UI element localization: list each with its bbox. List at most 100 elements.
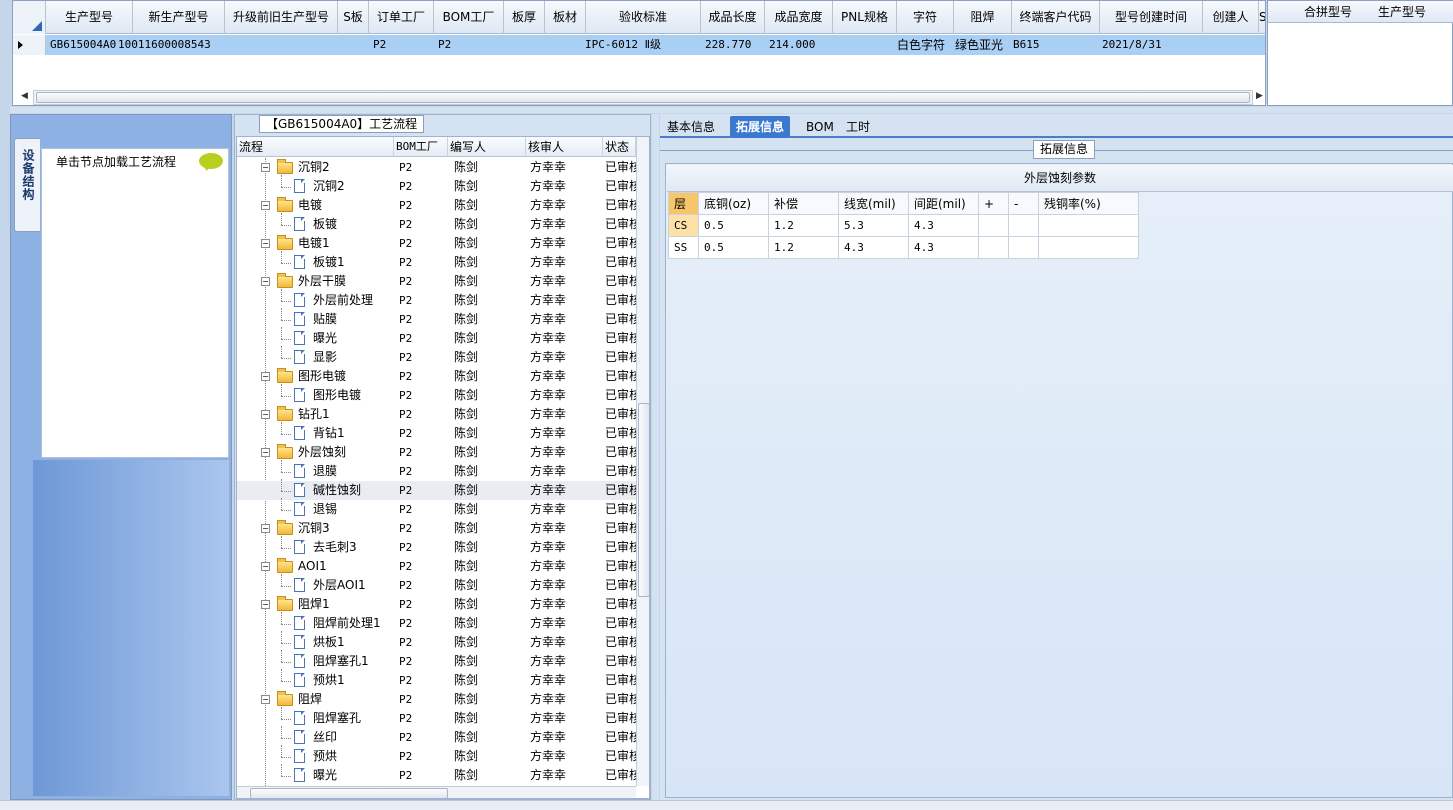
table-cell[interactable]: SS — [668, 236, 699, 259]
table-cell[interactable] — [1008, 236, 1039, 259]
tree-node[interactable]: 阻焊塞孔1 P2 陈剑 方幸幸 已审核 — [237, 650, 637, 671]
tab-extended-info[interactable]: 拓展信息 — [730, 116, 791, 138]
horizontal-scrollbar[interactable] — [33, 90, 1253, 105]
table-cell[interactable]: 214.000 — [765, 35, 815, 55]
tree-node[interactable]: − 图形电镀 P2 陈剑 方幸幸 已审核 — [237, 367, 637, 386]
tree-node[interactable]: 预烘1 P2 陈剑 方幸幸 已审核 — [237, 669, 637, 690]
tree-node[interactable]: 背钻1 P2 陈剑 方幸幸 已审核 — [237, 422, 637, 443]
table-cell[interactable]: 1.2 — [768, 236, 839, 259]
collapse-icon[interactable]: − — [261, 239, 270, 248]
column-header[interactable]: 合拼型号 — [1288, 1, 1368, 23]
column-header[interactable]: 验收标准 — [586, 1, 701, 34]
table-row[interactable]: GB615004A0 10011600008543 P2 P2 IPC-6012 Ⅱ级 2… — [13, 35, 1265, 55]
tree-node[interactable]: 图形电镀 P2 陈剑 方幸幸 已审核 — [237, 384, 637, 405]
tree-node[interactable]: 曝光 P2 陈剑 方幸幸 已审核 — [237, 327, 637, 348]
collapse-icon[interactable]: − — [261, 448, 270, 457]
table-row[interactable]: CS 0.5 1.2 5.3 4.3 — [668, 214, 1139, 237]
column-header[interactable]: 编写人 — [448, 137, 526, 157]
combined-model-grid[interactable]: 合拼型号 生产型号 — [1267, 0, 1453, 106]
column-header[interactable]: SO — [1259, 1, 1265, 34]
tree-node[interactable]: 外层前处理 P2 陈剑 方幸幸 已审核 — [237, 289, 637, 310]
tree-node[interactable]: − 阻焊1 P2 陈剑 方幸幸 已审核 — [237, 595, 637, 614]
table-cell[interactable] — [978, 236, 1009, 259]
column-header[interactable]: 生产型号 — [1362, 1, 1442, 23]
table-cell[interactable]: P2 — [434, 35, 451, 55]
table-cell[interactable] — [225, 35, 229, 55]
table-cell[interactable]: 0.5 — [698, 236, 769, 259]
column-header[interactable]: 订单工厂 — [369, 1, 434, 34]
column-header[interactable]: 状态 — [603, 137, 636, 157]
etching-params-table[interactable]: 层底铜(oz) 补偿 线宽(mil) 间距(mil) + - 残铜率(%) CS 0.5 1.2… — [668, 192, 1139, 259]
table-cell[interactable] — [504, 35, 508, 55]
tree-node[interactable]: 板镀1 P2 陈剑 方幸幸 已审核 — [237, 251, 637, 272]
tree-node[interactable]: 沉铜2 P2 陈剑 方幸幸 已审核 — [237, 175, 637, 196]
table-cell[interactable]: 4.3 — [908, 236, 979, 259]
table-cell[interactable]: B615 — [1009, 35, 1040, 55]
collapse-icon[interactable]: − — [261, 372, 270, 381]
tree-node[interactable]: 阻焊前处理1 P2 陈剑 方幸幸 已审核 — [237, 612, 637, 633]
table-cell[interactable] — [1008, 214, 1039, 237]
tab-bom[interactable]: BOM — [800, 116, 840, 138]
column-header[interactable]: 板厚 — [504, 1, 545, 34]
tree-node[interactable]: 板镀 P2 陈剑 方幸幸 已审核 — [237, 213, 637, 234]
collapse-icon[interactable]: − — [261, 201, 270, 210]
table-cell[interactable] — [1038, 214, 1139, 237]
collapse-icon[interactable]: − — [261, 600, 270, 609]
vertical-scrollbar[interactable] — [636, 137, 649, 786]
scrollbar-thumb[interactable] — [638, 403, 649, 597]
tree-node[interactable]: − 沉铜3 P2 陈剑 方幸幸 已审核 — [237, 519, 637, 538]
column-header[interactable]: 阻焊 — [954, 1, 1012, 34]
tree-node[interactable]: 预烘 P2 陈剑 方幸幸 已审核 — [237, 745, 637, 766]
tree-node[interactable]: 丝印 P2 陈剑 方幸幸 已审核 — [237, 726, 637, 747]
table-cell[interactable]: 0.5 — [698, 214, 769, 237]
table-cell[interactable]: 10011600008543 — [114, 35, 211, 55]
column-header[interactable]: S板 — [338, 1, 369, 34]
table-cell[interactable] — [338, 35, 342, 55]
table-cell[interactable]: 5.3 — [838, 214, 909, 237]
column-header[interactable]: 板材 — [545, 1, 586, 34]
table-cell[interactable]: 白色字符 — [893, 35, 945, 55]
tree-node[interactable]: − 外层干膜 P2 陈剑 方幸幸 已审核 — [237, 272, 637, 291]
scroll-right-icon[interactable]: ▶ — [1256, 91, 1263, 101]
table-cell[interactable]: 4.3 — [838, 236, 909, 259]
tree-node[interactable]: 退锡 P2 陈剑 方幸幸 已审核 — [237, 498, 637, 519]
column-header[interactable]: PNL规格 — [833, 1, 897, 34]
column-header[interactable]: 核审人 — [526, 137, 603, 157]
table-cell[interactable] — [545, 35, 549, 55]
table-cell[interactable]: 绿色亚光 — [951, 35, 1003, 55]
equipment-tree[interactable]: 单击节点加载工艺流程 — [41, 148, 229, 458]
collapse-icon[interactable]: − — [261, 277, 270, 286]
table-cell[interactable] — [978, 214, 1009, 237]
column-header[interactable]: 成品长度 — [701, 1, 765, 34]
column-header[interactable]: 字符 — [897, 1, 954, 34]
table-cell[interactable]: 228.770 — [701, 35, 751, 55]
column-header[interactable]: 终端客户代码 — [1012, 1, 1100, 34]
table-cell[interactable]: GB615004A0 — [46, 35, 116, 55]
column-header[interactable]: 成品宽度 — [765, 1, 833, 34]
collapse-icon[interactable]: − — [261, 163, 270, 172]
table-cell[interactable]: 1.2 — [768, 214, 839, 237]
tree-node[interactable]: − 阻焊 P2 陈剑 方幸幸 已审核 — [237, 690, 637, 709]
tree-node[interactable]: − 电镀 P2 陈剑 方幸幸 已审核 — [237, 196, 637, 215]
tab-work-hours[interactable]: 工时 — [840, 116, 876, 138]
column-header[interactable]: 流程 — [237, 137, 394, 157]
table-cell[interactable]: 2021/8/31 — [1098, 35, 1162, 55]
vertical-splitter[interactable] — [652, 114, 659, 800]
table-cell[interactable]: 4.3 — [908, 214, 979, 237]
process-flow-tree[interactable]: 流程BOM工厂编写人核审人状态 −沉铜2P2陈剑方幸幸已审核沉铜2P2陈剑方幸幸… — [236, 136, 650, 799]
tree-node[interactable]: − 沉铜2 P2 陈剑 方幸幸 已审核 — [237, 158, 637, 177]
tree-node[interactable]: 去毛刺3 P2 陈剑 方幸幸 已审核 — [237, 536, 637, 557]
tab-equipment-structure[interactable]: 设备结构 — [14, 138, 40, 232]
table-cell[interactable] — [1259, 35, 1263, 55]
horizontal-scrollbar[interactable] — [237, 786, 636, 798]
column-header[interactable]: 型号创建时间 — [1100, 1, 1203, 34]
tree-node[interactable]: 烘板1 P2 陈剑 方幸幸 已审核 — [237, 631, 637, 652]
column-header[interactable]: BOM工厂 — [434, 1, 504, 34]
tree-node[interactable]: 阻焊塞孔 P2 陈剑 方幸幸 已审核 — [237, 707, 637, 728]
collapse-icon[interactable]: − — [261, 562, 270, 571]
table-row[interactable]: SS 0.5 1.2 4.3 4.3 — [668, 236, 1139, 259]
scroll-left-icon[interactable]: ◀ — [21, 91, 28, 101]
column-header[interactable]: 生产型号 — [46, 1, 133, 34]
select-all-corner[interactable] — [13, 1, 46, 34]
tab-basic-info[interactable]: 基本信息 — [661, 116, 721, 138]
